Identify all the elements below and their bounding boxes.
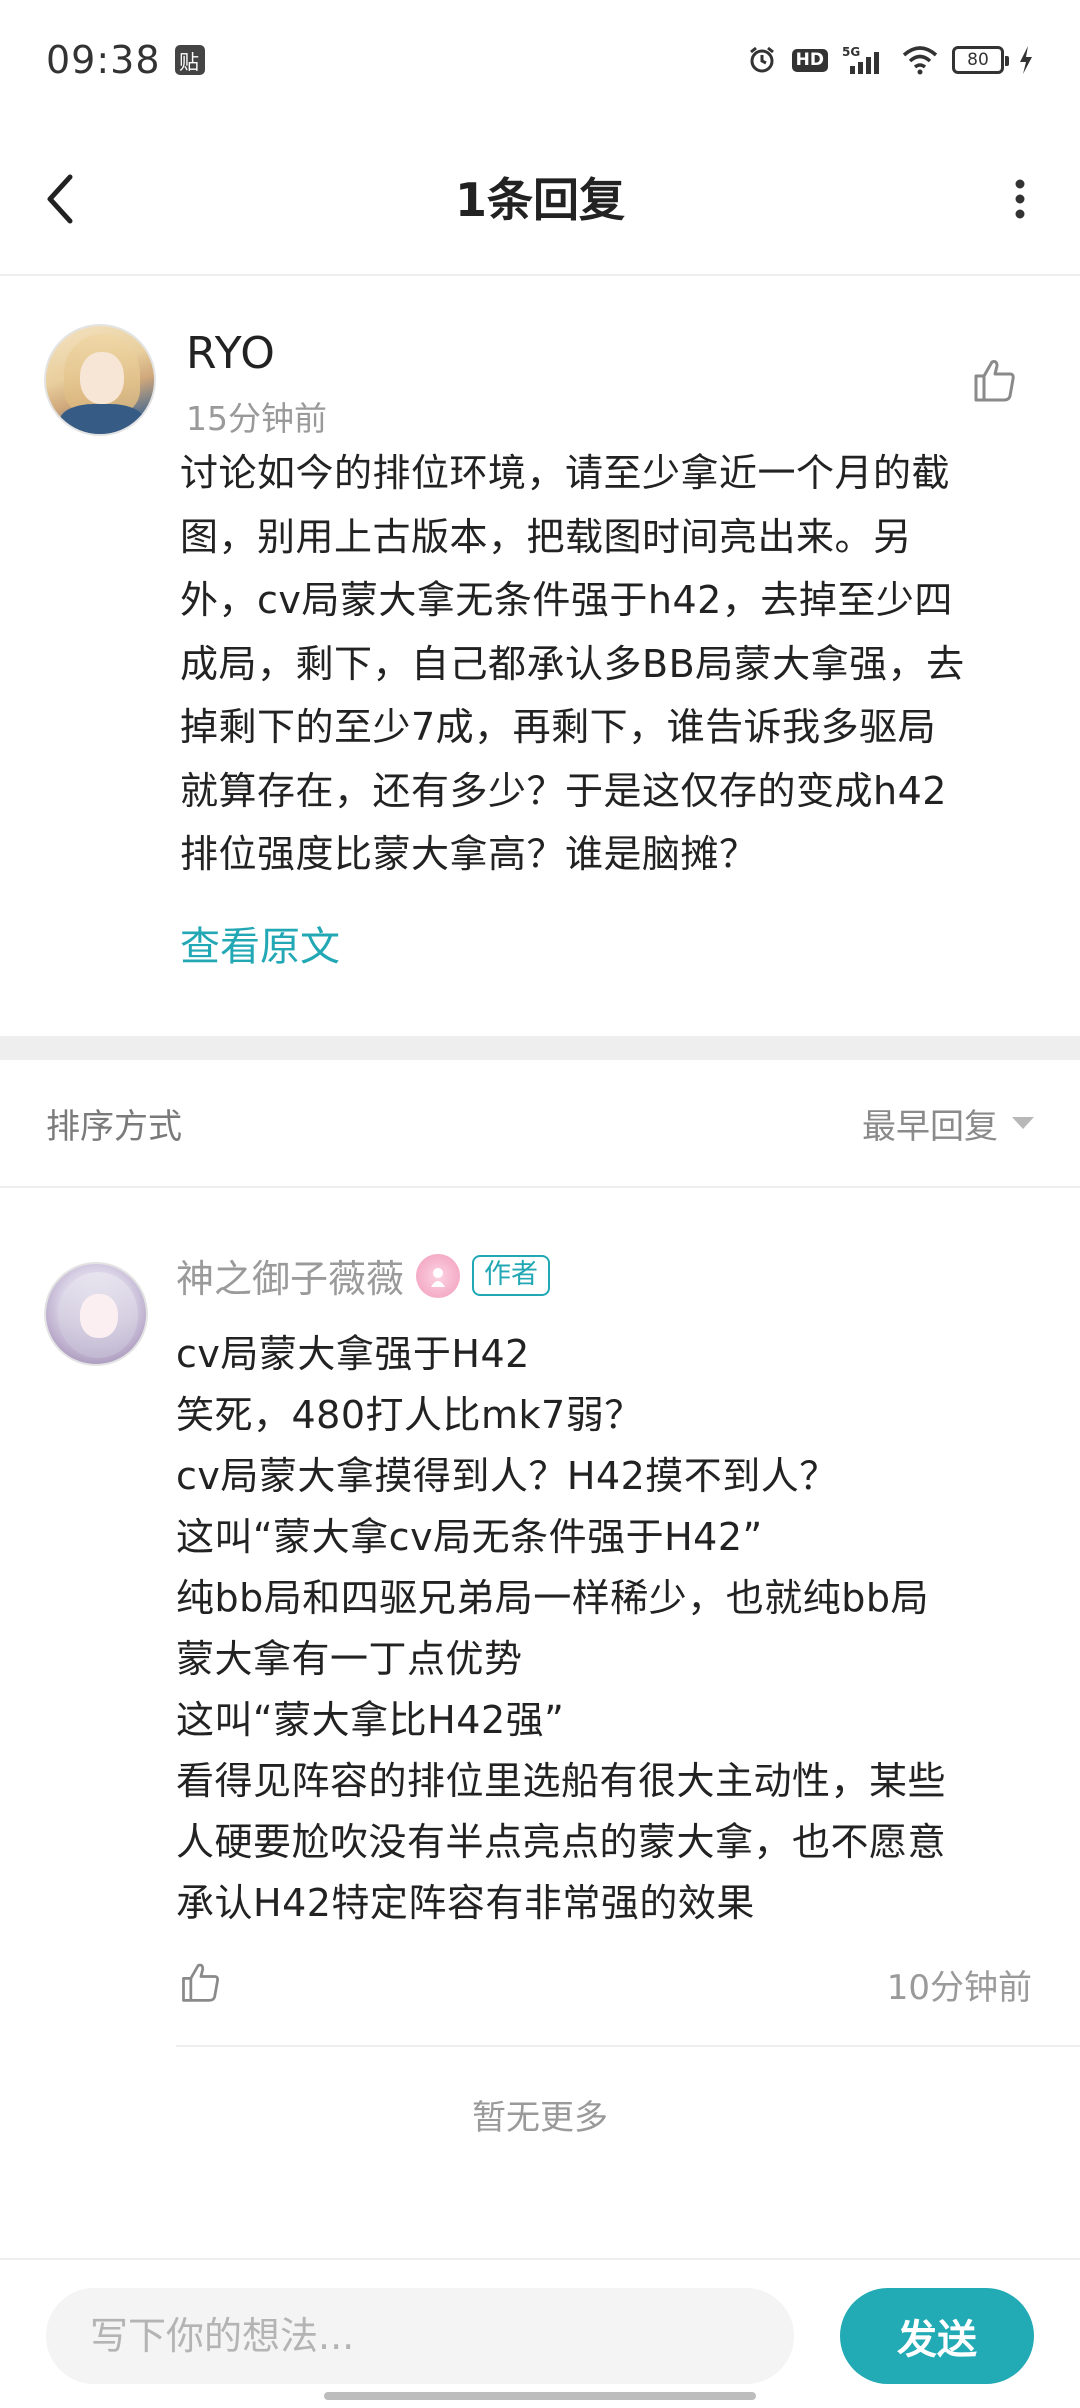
- comment-line: 就算存在，还有多少？于是这仅存的变成h42: [180, 768, 947, 813]
- reply-line: 看得见阵容的排位里选船有很大主动性，某些: [176, 1759, 947, 1803]
- avatar[interactable]: [44, 324, 156, 436]
- dropdown-arrow-icon: [1012, 1117, 1034, 1129]
- reply-line: 这叫“蒙大拿比H42强”: [176, 1698, 565, 1742]
- cellular-signal-icon: 5G: [842, 44, 888, 76]
- back-button[interactable]: [40, 164, 100, 234]
- comment-content: 讨论如今的排位环境，请至少拿近一个月的截 图，别用上古版本，把载图时间亮出来。另…: [180, 442, 1040, 887]
- section-divider: [0, 1036, 1080, 1060]
- author-badge: 作者: [472, 1255, 551, 1296]
- status-right: HD 5G 80: [746, 44, 1034, 76]
- reply-line: cv局蒙大拿摸得到人？H42摸不到人？: [176, 1454, 838, 1498]
- reply-line: 人硬要尬吹没有半点亮点的蒙大拿，也不愿意: [176, 1820, 947, 1864]
- sort-label: 排序方式: [46, 1106, 182, 1147]
- comment-input[interactable]: [46, 2288, 794, 2384]
- view-original-link[interactable]: 查看原文: [180, 914, 340, 972]
- more-vertical-icon: [1015, 179, 1025, 219]
- reply-line: 纯bb局和四驱兄弟局一样稀少，也就纯bb局: [176, 1576, 929, 1620]
- reply-like-button[interactable]: [178, 1960, 222, 2004]
- page-title: 1条回复: [454, 173, 625, 227]
- status-bar: 09:38 贴 HD 5G 80: [0, 0, 1080, 120]
- thumbs-up-icon: [182, 1963, 219, 2002]
- more-options-button[interactable]: [990, 164, 1050, 234]
- thumbs-up-icon: [974, 360, 1015, 402]
- reply-line: cv局蒙大拿强于H42: [176, 1332, 530, 1376]
- comment-line: 成局，剩下，自己都承认多BB局蒙大拿强，去: [180, 641, 965, 686]
- hd-icon: HD: [791, 48, 828, 72]
- battery-icon: 80: [952, 46, 1009, 74]
- charging-icon: [1018, 45, 1034, 75]
- back-arrow-icon: [47, 174, 73, 224]
- sort-selected-value: 最早回复: [862, 1106, 998, 1147]
- reply-item: 神之御子薇薇 作者 cv局蒙大拿强于H42 笑死，480打人比mk7弱？ cv局…: [0, 1190, 1080, 2050]
- compose-bar: 发送: [0, 2258, 1080, 2408]
- send-button[interactable]: 发送: [840, 2288, 1034, 2384]
- like-button[interactable]: [970, 356, 1018, 404]
- comment-time: 15分钟前: [186, 399, 327, 438]
- avatar-face: [80, 1294, 118, 1338]
- reply-username[interactable]: 神之御子薇薇: [176, 1248, 404, 1303]
- sort-row: 排序方式 最早回复: [0, 1060, 1080, 1188]
- comment-username[interactable]: RYO: [186, 328, 276, 379]
- network-type-label: 5G: [842, 45, 860, 59]
- comment-line: 图，别用上古版本，把载图时间亮出来。另: [180, 514, 912, 559]
- avatar-body: [60, 404, 144, 434]
- wifi-icon: [902, 45, 938, 75]
- nav-bar: 1条回复: [0, 120, 1080, 276]
- reply-time: 10分钟前: [886, 1968, 1032, 2008]
- home-indicator[interactable]: [324, 2392, 756, 2400]
- main-comment: RYO 15分钟前 讨论如今的排位环境，请至少拿近一个月的截 图，别用上古版本，…: [0, 278, 1080, 1038]
- alarm-icon: [746, 44, 778, 76]
- reply-header: 神之御子薇薇 作者: [176, 1248, 551, 1303]
- comment-line: 外，cv局蒙大拿无条件强于h42，去掉至少四: [180, 578, 953, 622]
- comment-line: 排位强度比蒙大拿高？谁是脑摊？: [180, 832, 758, 876]
- reply-line: 笑死，480打人比mk7弱？: [176, 1393, 643, 1437]
- reply-avatar[interactable]: [44, 1262, 148, 1366]
- status-time: 09:38: [46, 38, 161, 82]
- status-left: 09:38 贴: [46, 38, 205, 82]
- paste-notification-icon: 贴: [174, 45, 205, 75]
- comment-line: 掉剩下的至少7成，再剩下，谁告诉我多驱局: [180, 705, 937, 749]
- user-level-badge-icon: [416, 1253, 461, 1298]
- reply-line: 这叫“蒙大拿cv局无条件强于H42”: [176, 1515, 763, 1559]
- reply-line: 承认H42特定阵容有非常强的效果: [176, 1881, 755, 1925]
- comment-line: 讨论如今的排位环境，请至少拿近一个月的截: [180, 451, 951, 495]
- reply-divider: [176, 2045, 1080, 2047]
- sort-dropdown[interactable]: 最早回复: [862, 1099, 1034, 1148]
- avatar-face: [80, 352, 124, 404]
- no-more-text: 暂无更多: [472, 2098, 608, 2138]
- reply-content: cv局蒙大拿强于H42 笑死，480打人比mk7弱？ cv局蒙大拿摸得到人？H4…: [176, 1324, 1056, 1934]
- reply-line: 蒙大拿有一丁点优势: [176, 1637, 523, 1681]
